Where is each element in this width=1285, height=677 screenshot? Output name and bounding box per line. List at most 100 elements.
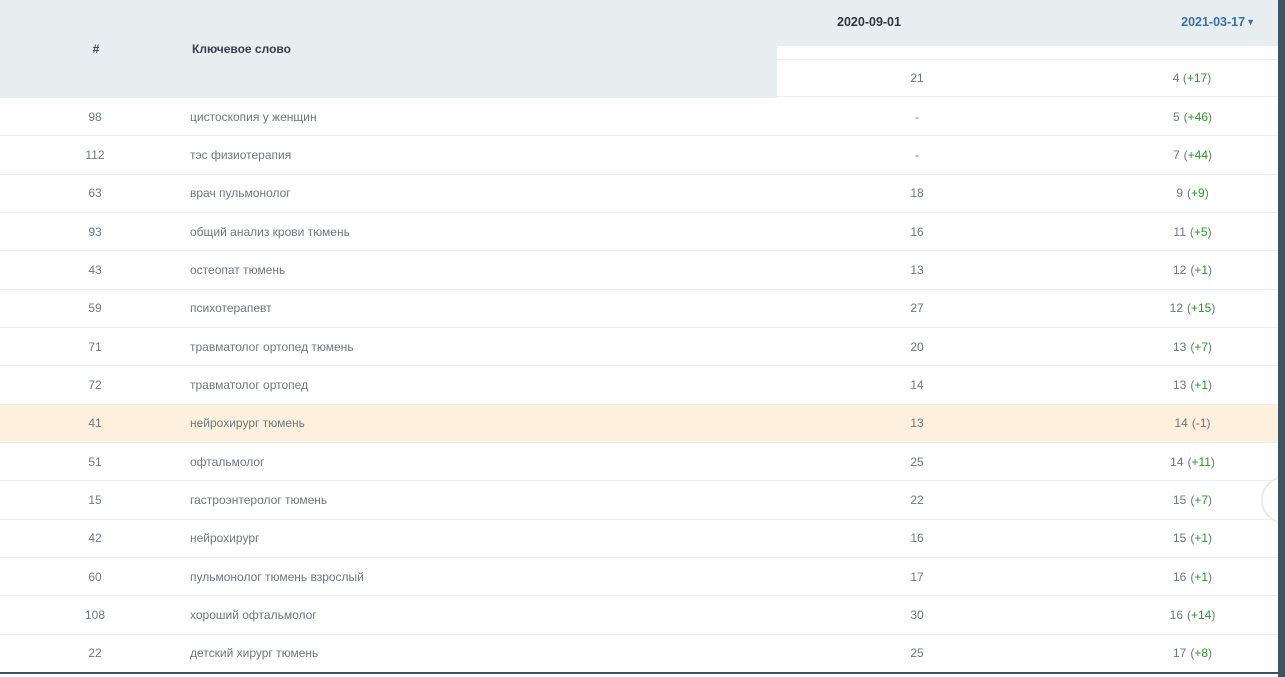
row-pos-prev: 18: [777, 186, 1057, 200]
row-delta: +7: [1194, 340, 1208, 354]
column-header-date-prev[interactable]: 2020-09-01: [837, 15, 901, 29]
row-pos-current: 11(+5): [1057, 225, 1278, 239]
row-pos-current: 13(+7): [1057, 340, 1278, 354]
row-pos-prev: 17: [777, 570, 1057, 584]
row-pos-current: 16(+14): [1057, 608, 1278, 622]
row-pos-new: 16: [1170, 608, 1183, 622]
paren-close: ): [1208, 378, 1212, 392]
paren-close: ): [1208, 531, 1212, 545]
table-row[interactable]: 51 офтальмолог 25 14(+11): [0, 443, 1278, 481]
partial-row[interactable]: 21 4 (+17): [777, 59, 1278, 97]
row-number: 42: [0, 531, 190, 545]
partial-delta: +17: [1187, 71, 1207, 85]
row-pos-new: 17: [1173, 646, 1186, 660]
column-header-number: #: [93, 42, 100, 56]
table-header-dates: 2020-09-01 2021-03-17▼: [777, 0, 1278, 46]
row-delta: +46: [1188, 110, 1208, 124]
row-delta: +11: [1191, 455, 1210, 469]
row-pos-current: 15(+1): [1057, 531, 1278, 545]
paren-close: ): [1207, 71, 1211, 85]
row-pos-prev: 27: [777, 301, 1057, 315]
row-pos-new: 14: [1174, 416, 1187, 430]
column-header-date-current[interactable]: 2021-03-17▼: [1181, 15, 1255, 29]
paren-close: ): [1211, 455, 1215, 469]
row-keyword: травматолог ортопед: [190, 378, 777, 392]
row-delta: -1: [1196, 416, 1207, 430]
row-keyword: хороший офтальмолог: [190, 608, 777, 622]
column-header-keyword: Ключевое слово: [192, 42, 291, 56]
table-row[interactable]: 22 детский хирург тюмень 25 17(+8): [0, 635, 1278, 672]
row-pos-new: 16: [1173, 570, 1186, 584]
row-keyword: врач пульмонолог: [190, 186, 777, 200]
row-pos-prev: 16: [777, 225, 1057, 239]
paren-close: ): [1211, 608, 1215, 622]
table-row[interactable]: 108 хороший офтальмолог 30 16(+14): [0, 596, 1278, 634]
table-row[interactable]: 71 травматолог ортопед тюмень 20 13(+7): [0, 328, 1278, 366]
table-row[interactable]: 63 врач пульмонолог 18 9(+9): [0, 175, 1278, 213]
row-pos-current: 15(+7): [1057, 493, 1278, 507]
row-pos-new: 13: [1173, 340, 1186, 354]
table-row[interactable]: 42 нейрохирург 16 15(+1): [0, 520, 1278, 558]
row-pos-current: 9(+9): [1057, 186, 1278, 200]
table-row[interactable]: 72 травматолог ортопед 14 13(+1): [0, 366, 1278, 404]
row-delta: +7: [1194, 493, 1208, 507]
date-current-label: 2021-03-17: [1181, 15, 1245, 29]
row-pos-current: 12(+1): [1057, 263, 1278, 277]
row-delta: +1: [1194, 570, 1208, 584]
paren-close: ): [1208, 148, 1212, 162]
window-edge-bar: [1278, 0, 1285, 677]
row-pos-current: 12(+15): [1057, 301, 1278, 315]
row-pos-new: 7: [1173, 148, 1180, 162]
row-number: 43: [0, 263, 190, 277]
row-delta: +1: [1194, 378, 1208, 392]
scroll-panel-top: 21 4 (+17): [777, 46, 1278, 98]
row-delta: +1: [1194, 531, 1208, 545]
row-keyword: нейрохирург тюмень: [190, 416, 777, 430]
row-keyword: остеопат тюмень: [190, 263, 777, 277]
paren-close: ): [1208, 263, 1212, 277]
row-keyword: тэс физиотерапия: [190, 148, 777, 162]
table-row[interactable]: 93 общий анализ крови тюмень 16 11(+5): [0, 213, 1278, 251]
row-pos-current: 13(+1): [1057, 378, 1278, 392]
table-row[interactable]: 15 гастроэнтеролог тюмень 22 15(+7): [0, 481, 1278, 519]
row-pos-prev: -: [777, 110, 1057, 124]
table-header-left: # Ключевое слово: [0, 0, 777, 98]
partial-pos-current: 4 (+17): [1173, 71, 1211, 85]
row-number: 71: [0, 340, 190, 354]
row-pos-prev: -: [777, 148, 1057, 162]
row-pos-current: 7(+44): [1057, 148, 1278, 162]
row-keyword: травматолог ортопед тюмень: [190, 340, 777, 354]
row-number: 98: [0, 110, 190, 124]
table-row[interactable]: 41 нейрохирург тюмень 13 14(-1): [0, 405, 1278, 443]
row-number: 112: [0, 148, 190, 162]
row-pos-prev: 14: [777, 378, 1057, 392]
row-pos-prev: 13: [777, 416, 1057, 430]
row-number: 63: [0, 186, 190, 200]
table-row[interactable]: 112 тэс физиотерапия - 7(+44): [0, 136, 1278, 174]
row-pos-new: 14: [1170, 455, 1183, 469]
row-number: 22: [0, 646, 190, 660]
table-row[interactable]: 59 психотерапевт 27 12(+15): [0, 290, 1278, 328]
row-delta: +44: [1188, 148, 1208, 162]
row-keyword: нейрохирург: [190, 531, 777, 545]
row-keyword: офтальмолог: [190, 455, 777, 469]
row-pos-current: 5(+46): [1057, 110, 1278, 124]
row-pos-prev: 30: [777, 608, 1057, 622]
row-pos-prev: 25: [777, 646, 1057, 660]
table-row[interactable]: 60 пульмонолог тюмень взрослый 17 16(+1): [0, 558, 1278, 596]
paren-close: ): [1208, 225, 1212, 239]
paren-close: ): [1208, 646, 1212, 660]
paren-close: ): [1208, 493, 1212, 507]
table-row[interactable]: 98 цистоскопия у женщин - 5(+46): [0, 98, 1278, 136]
row-keyword: гастроэнтеролог тюмень: [190, 493, 777, 507]
row-pos-prev: 16: [777, 531, 1057, 545]
row-pos-current: 16(+1): [1057, 570, 1278, 584]
keyword-positions-screen: 98 цистоскопия у женщин - 5(+46) 112 тэс…: [0, 0, 1285, 677]
row-number: 15: [0, 493, 190, 507]
row-pos-current: 17(+8): [1057, 646, 1278, 660]
row-number: 59: [0, 301, 190, 315]
row-delta: +9: [1191, 186, 1205, 200]
paren-close: ): [1205, 186, 1209, 200]
row-pos-prev: 20: [777, 340, 1057, 354]
table-row[interactable]: 43 остеопат тюмень 13 12(+1): [0, 251, 1278, 289]
